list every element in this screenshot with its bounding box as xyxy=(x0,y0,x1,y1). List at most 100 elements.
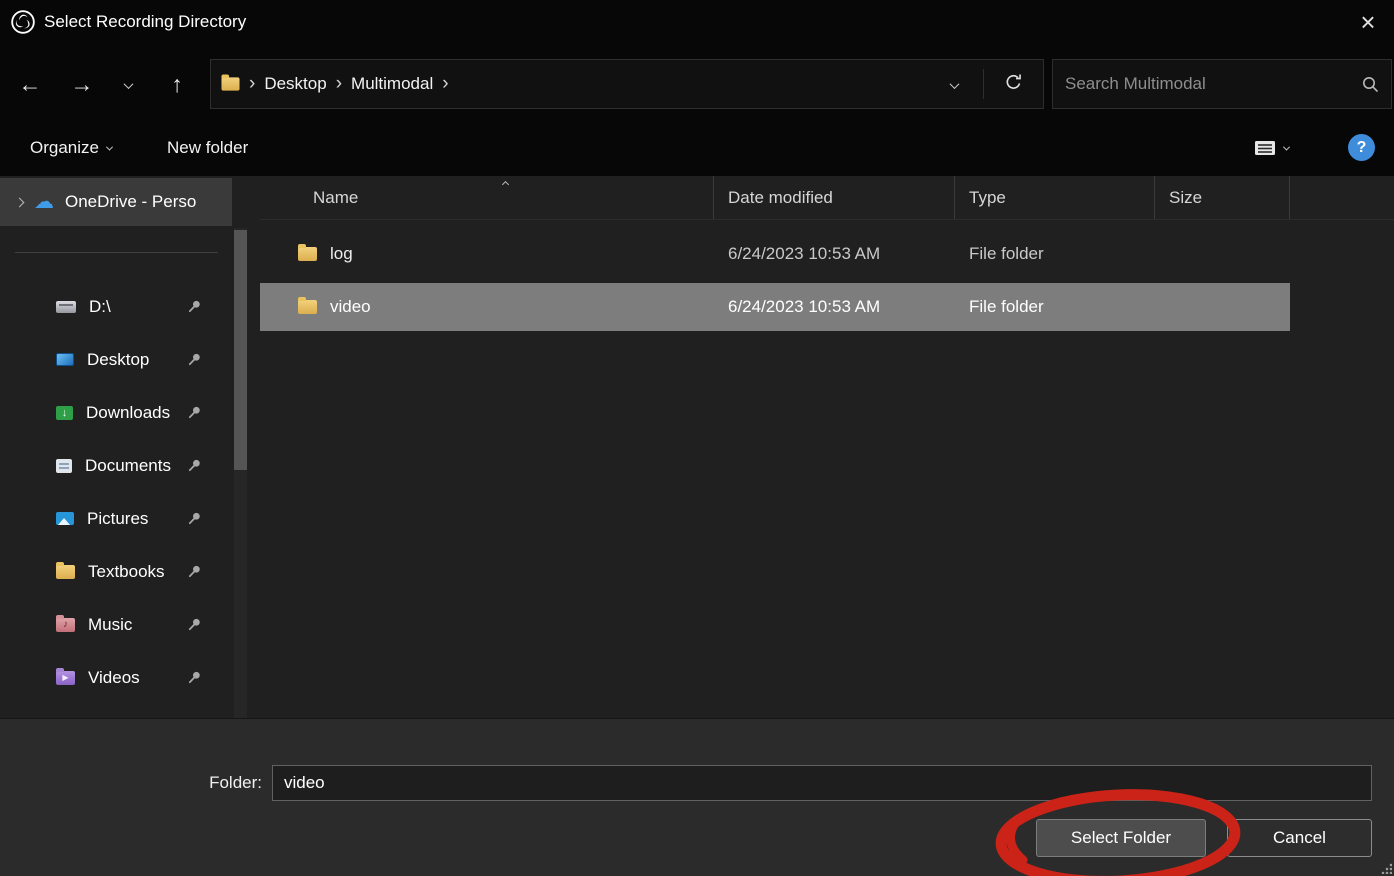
folder-icon xyxy=(221,77,239,90)
details-view-icon xyxy=(1254,139,1276,157)
onedrive-cloud-icon: ☁ xyxy=(34,192,54,212)
music-folder-icon: ♪ xyxy=(56,618,75,632)
column-header-type[interactable]: Type xyxy=(955,176,1155,219)
breadcrumb-item-desktop[interactable]: Desktop xyxy=(264,74,326,94)
music-note-glyph: ♪ xyxy=(56,618,75,632)
column-header-date-modified[interactable]: Date modified xyxy=(714,176,955,219)
history-dropdown-button[interactable] xyxy=(106,62,150,106)
scrollbar-thumb[interactable] xyxy=(234,230,247,470)
folder-icon xyxy=(298,300,317,314)
file-row-video[interactable]: video 6/24/2023 10:53 AM File folder xyxy=(260,283,1290,331)
view-mode-button[interactable] xyxy=(1242,128,1301,168)
sidebar-item-label: Downloads xyxy=(86,403,170,423)
window-title: Select Recording Directory xyxy=(44,12,246,32)
pictures-icon xyxy=(56,512,74,525)
back-button[interactable]: ← xyxy=(8,62,52,106)
sidebar-item-label: D:\ xyxy=(89,297,111,317)
file-date: 6/24/2023 10:53 AM xyxy=(714,244,955,264)
folder-field-label: Folder: xyxy=(200,765,262,801)
window-chrome: Select Recording Directory × ← → ↑ › Des… xyxy=(0,0,1394,176)
folder-name-input[interactable] xyxy=(272,765,1372,801)
sidebar-item-label: Music xyxy=(88,615,132,635)
help-button[interactable]: ? xyxy=(1348,134,1375,161)
sidebar-item-d-drive[interactable]: D:\ xyxy=(0,280,232,333)
pin-icon[interactable] xyxy=(187,511,202,526)
desktop-icon xyxy=(56,353,74,366)
expand-chevron-icon[interactable] xyxy=(15,197,25,207)
pin-icon[interactable] xyxy=(187,617,202,632)
column-headers: Name Date modified Type Size xyxy=(260,176,1394,220)
pin-icon[interactable] xyxy=(187,352,202,367)
select-folder-button[interactable]: Select Folder xyxy=(1036,819,1206,857)
titlebar: Select Recording Directory × xyxy=(0,0,1394,44)
divider xyxy=(983,69,984,99)
pin-icon[interactable] xyxy=(187,458,202,473)
sidebar-item-pictures[interactable]: Pictures xyxy=(0,492,232,545)
file-name: log xyxy=(330,244,353,264)
up-button[interactable]: ↑ xyxy=(155,62,199,106)
sidebar-item-label: Videos xyxy=(88,668,140,688)
file-type: File folder xyxy=(955,244,1155,264)
file-rows: log 6/24/2023 10:53 AM File folder video… xyxy=(260,220,1394,331)
sidebar-item-label: OneDrive - Perso xyxy=(65,192,213,212)
dialog-footer: Folder: Select Folder Cancel xyxy=(0,718,1394,876)
address-dropdown-button[interactable] xyxy=(934,62,974,106)
sidebar-item-desktop[interactable]: Desktop xyxy=(0,333,232,386)
breadcrumb[interactable]: › Desktop › Multimodal › xyxy=(210,59,1044,109)
search-box xyxy=(1052,59,1392,109)
column-header-name[interactable]: Name xyxy=(260,176,714,219)
drive-icon xyxy=(56,301,76,313)
play-glyph: ▶ xyxy=(56,671,75,685)
refresh-icon xyxy=(1004,73,1023,92)
sidebar-item-label: Pictures xyxy=(87,509,148,529)
obs-logo-icon xyxy=(10,9,36,35)
organize-label: Organize xyxy=(30,138,99,158)
close-button[interactable]: × xyxy=(1348,4,1388,40)
forward-button[interactable]: → xyxy=(60,62,104,106)
breadcrumb-separator[interactable]: › xyxy=(249,73,255,95)
folder-icon xyxy=(56,565,75,579)
sidebar-item-onedrive[interactable]: ☁ OneDrive - Perso xyxy=(0,178,232,226)
file-list: Name Date modified Type Size log 6/24/20… xyxy=(260,176,1394,718)
sidebar-item-textbooks[interactable]: Textbooks xyxy=(0,545,232,598)
new-folder-label: New folder xyxy=(167,138,248,158)
pin-icon[interactable] xyxy=(187,670,202,685)
videos-folder-icon: ▶ xyxy=(56,671,75,685)
cancel-button[interactable]: Cancel xyxy=(1227,819,1372,857)
refresh-button[interactable] xyxy=(993,62,1033,106)
search-icon[interactable] xyxy=(1361,75,1379,93)
file-type: File folder xyxy=(955,297,1155,317)
file-row-log[interactable]: log 6/24/2023 10:53 AM File folder xyxy=(260,230,1290,278)
breadcrumb-item-multimodal[interactable]: Multimodal xyxy=(351,74,433,94)
folder-icon xyxy=(298,247,317,261)
downloads-icon: ↓ xyxy=(56,406,73,420)
new-folder-button[interactable]: New folder xyxy=(155,128,260,168)
quick-access-list: D:\ Desktop ↓ Downloads Documents Pic xyxy=(0,280,232,704)
file-date: 6/24/2023 10:53 AM xyxy=(714,297,955,317)
pin-icon[interactable] xyxy=(187,564,202,579)
sidebar-item-music[interactable]: ♪ Music xyxy=(0,598,232,651)
sidebar-item-downloads[interactable]: ↓ Downloads xyxy=(0,386,232,439)
pin-icon[interactable] xyxy=(187,405,202,420)
chevron-down-icon xyxy=(1283,143,1290,150)
chevron-down-icon xyxy=(949,79,959,89)
dialog-content: ☁ OneDrive - Perso D:\ Desktop ↓ Downloa… xyxy=(0,176,1394,718)
sidebar-item-label: Documents xyxy=(85,456,171,476)
organize-button[interactable]: Organize xyxy=(18,128,124,168)
chevron-down-icon xyxy=(106,143,113,150)
sidebar-item-videos[interactable]: ▶ Videos xyxy=(0,651,232,704)
column-header-size[interactable]: Size xyxy=(1155,176,1290,219)
sidebar-scrollbar[interactable] xyxy=(234,228,247,718)
sidebar-item-documents[interactable]: Documents xyxy=(0,439,232,492)
breadcrumb-separator[interactable]: › xyxy=(336,73,342,95)
breadcrumb-separator[interactable]: › xyxy=(442,73,448,95)
sidebar-divider xyxy=(15,252,218,253)
file-name: video xyxy=(330,297,371,317)
sidebar-item-label: Desktop xyxy=(87,350,149,370)
search-input[interactable] xyxy=(1053,60,1361,108)
navigation-pane: ☁ OneDrive - Perso D:\ Desktop ↓ Downloa… xyxy=(0,176,260,718)
documents-icon xyxy=(56,459,72,473)
pin-icon[interactable] xyxy=(187,299,202,314)
sidebar-item-label: Textbooks xyxy=(88,562,165,582)
chevron-down-icon xyxy=(123,79,133,89)
